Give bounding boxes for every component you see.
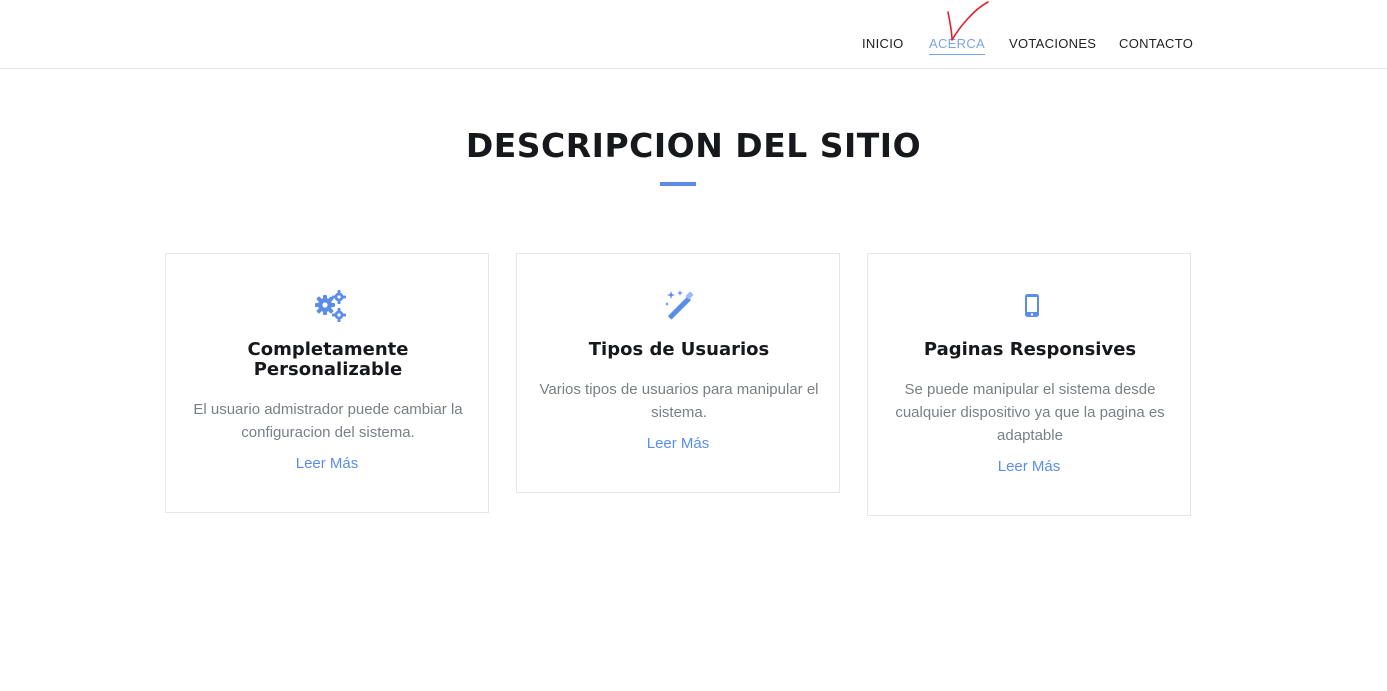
navbar: INICIO ACERCA VOTACIONES CONTACTO — [0, 0, 1387, 69]
card-description: El usuario admistrador puede cambiar la … — [193, 401, 463, 441]
magic-wand-icon — [663, 288, 699, 324]
section-title: DESCRIPCION DEL SITIO — [465, 126, 922, 165]
nav-link-votaciones[interactable]: VOTACIONES — [1009, 36, 1096, 51]
card-description: Se puede manipular el sistema desde cual… — [895, 381, 1165, 444]
card-description: Varios tipos de usuarios para manipular … — [539, 381, 819, 421]
read-more-link[interactable]: Leer Más — [166, 455, 488, 472]
read-more-link[interactable]: Leer Más — [868, 458, 1190, 475]
mobile-phone-icon — [1014, 288, 1050, 324]
title-underline — [660, 182, 696, 186]
gears-icon — [312, 288, 348, 324]
nav-link-acerca[interactable]: ACERCA — [929, 36, 985, 55]
feature-card-usuarios: Tipos de Usuarios Varios tipos de usuari… — [516, 253, 840, 493]
nav-link-inicio[interactable]: INICIO — [862, 36, 904, 51]
card-title: Tipos de Usuarios — [588, 339, 770, 360]
feature-card-responsives: Paginas Responsives Se puede manipular e… — [867, 253, 1191, 516]
nav-link-contacto[interactable]: CONTACTO — [1119, 36, 1193, 51]
nav-menu: INICIO ACERCA VOTACIONES CONTACTO — [0, 36, 1387, 56]
feature-card-personalizable: Completamente Personalizable El usuario … — [165, 253, 489, 513]
card-title: Paginas Responsives — [923, 339, 1137, 360]
read-more-link[interactable]: Leer Más — [517, 435, 839, 452]
card-title: Completamente Personalizable — [247, 339, 409, 380]
